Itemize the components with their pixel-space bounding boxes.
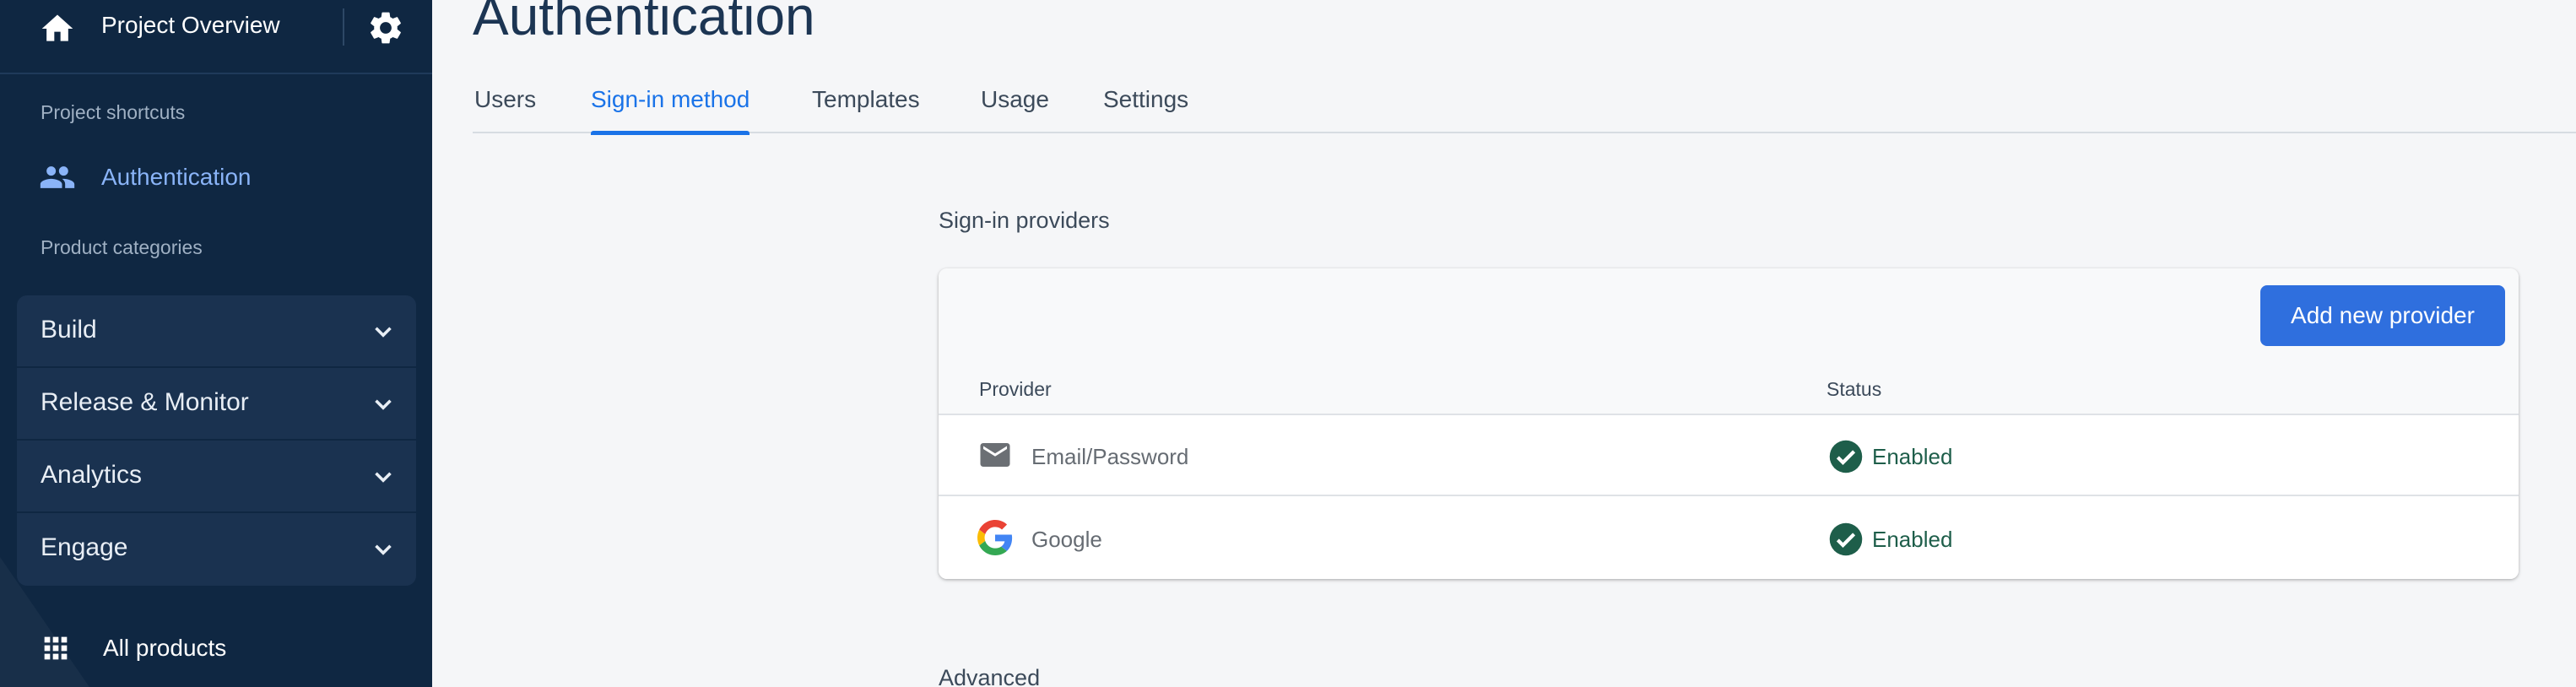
category-analytics[interactable]: Analytics (17, 441, 416, 513)
category-build[interactable]: Build (17, 295, 416, 368)
add-new-provider-button[interactable]: Add new provider (2260, 285, 2505, 346)
chevron-down-icon (375, 327, 392, 338)
table-row[interactable]: Email/Password Enabled (939, 415, 2519, 496)
table-row[interactable]: Google Enabled (939, 498, 2519, 579)
check-circle-icon (1829, 522, 1863, 556)
tab-bar: Users Sign-in method Templates Usage Set… (473, 84, 2576, 135)
sidebar-item-label: Authentication (101, 164, 252, 190)
section-title-advanced: Advanced (939, 665, 1041, 687)
chevron-down-icon (375, 544, 392, 555)
section-title-providers: Sign-in providers (939, 208, 1110, 233)
column-header-status: Status (1826, 378, 1882, 400)
home-icon[interactable] (39, 10, 76, 47)
all-products-link[interactable]: All products (0, 625, 432, 672)
sidebar-item-authentication[interactable]: Authentication (0, 155, 432, 199)
gear-icon[interactable] (366, 8, 405, 47)
category-release-monitor[interactable]: Release & Monitor (17, 368, 416, 441)
chevron-down-icon (375, 472, 392, 483)
providers-card: Add new provider Provider Status Email/P… (939, 268, 2519, 579)
sidebar: Project Overview Project shortcuts Authe… (0, 0, 432, 687)
tab-settings[interactable]: Settings (1103, 84, 1188, 133)
column-header-provider: Provider (979, 378, 1052, 400)
provider-name: Google (1031, 527, 1102, 552)
shortcuts-label: Project shortcuts (41, 101, 186, 123)
category-label: Release & Monitor (41, 388, 249, 416)
chevron-down-icon (375, 399, 392, 410)
categories-label: Product categories (41, 236, 203, 258)
people-icon (40, 166, 75, 188)
apps-grid-icon (44, 636, 68, 660)
category-label: Analytics (41, 461, 143, 489)
page-title: Authentication (473, 0, 815, 46)
all-products-label: All products (103, 635, 227, 661)
category-label: Build (41, 316, 97, 344)
card-header: Add new provider Provider Status (939, 268, 2519, 415)
tab-users[interactable]: Users (474, 84, 536, 133)
google-icon (977, 520, 1013, 555)
status-text: Enabled (1872, 527, 1953, 552)
mail-icon (980, 443, 1010, 467)
category-list: Build Release & Monitor Analytics Engage (17, 295, 416, 586)
status-text: Enabled (1872, 444, 1953, 469)
provider-name: Email/Password (1031, 444, 1189, 469)
check-circle-icon (1829, 440, 1863, 473)
tab-templates[interactable]: Templates (812, 84, 920, 133)
sidebar-header: Project Overview (0, 0, 432, 74)
project-overview-link[interactable]: Project Overview (101, 12, 280, 39)
divider (343, 8, 344, 46)
tab-usage[interactable]: Usage (981, 84, 1049, 133)
tab-sign-in-method[interactable]: Sign-in method (591, 84, 750, 135)
